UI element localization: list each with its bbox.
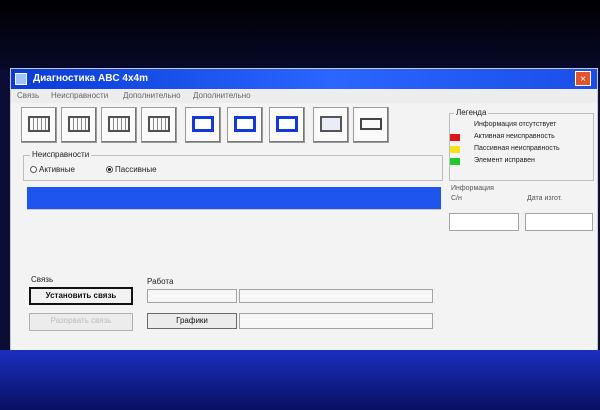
waveform-icon (68, 116, 90, 132)
legend-swatch-green (450, 158, 460, 165)
blue-frame-icon (276, 116, 298, 132)
tool-button-1[interactable] (21, 107, 57, 143)
faults-group-label: Неисправности (30, 150, 92, 159)
menu-item-additional-2[interactable]: Дополнительно (193, 91, 251, 100)
legend-swatch-yellow (450, 146, 460, 153)
legend-item-no-info: Информация отсутствует (450, 121, 590, 130)
tool-button-2[interactable] (61, 107, 97, 143)
legend-title: Легенда (454, 108, 489, 117)
waveform-icon (148, 116, 170, 132)
tool-button-7[interactable] (269, 107, 305, 143)
radio-passive-dot (106, 166, 113, 174)
tool-button-6[interactable] (227, 107, 263, 143)
radio-passive-label: Пассивные (115, 165, 157, 174)
radio-active-label: Активные (39, 165, 75, 174)
work-field (147, 289, 237, 303)
tool-button-battery[interactable] (353, 107, 389, 143)
tool-button-4[interactable] (141, 107, 177, 143)
menu-item-faults[interactable]: Неисправности (51, 91, 108, 100)
tool-button-monitor[interactable] (313, 107, 349, 143)
window-title: Диагностика ABC 4x4m (33, 73, 148, 84)
info-title: Информация (451, 185, 494, 192)
waveform-icon (108, 116, 130, 132)
menu-item-connection[interactable]: Связь (17, 91, 39, 100)
legend-item-active: Активная неисправность (450, 133, 590, 142)
legend-swatch-red (450, 134, 460, 141)
graphs-field (239, 313, 433, 329)
work-label: Работа (147, 277, 174, 286)
monitor-icon (320, 116, 342, 132)
legend-group: Легенда Информация отсутствует Активная … (449, 108, 594, 181)
close-button[interactable]: × (575, 71, 591, 86)
work-progress-field (239, 289, 433, 303)
tool-button-5[interactable] (185, 107, 221, 143)
legend-label-passive: Пассивная неисправность (474, 145, 560, 152)
photo-blue-bottom (0, 350, 600, 410)
divider (27, 209, 441, 210)
legend-label-active: Активная неисправность (474, 133, 555, 140)
disconnect-button[interactable]: Разорвать связь (29, 313, 133, 331)
app-window: Диагностика ABC 4x4m × Связь Неисправнос… (10, 68, 598, 360)
blue-frame-icon (192, 116, 214, 132)
app-icon (15, 73, 27, 85)
menu-item-additional[interactable]: Дополнительно (123, 91, 181, 100)
legend-label-ok: Элемент исправен (474, 157, 535, 164)
status-band (27, 187, 441, 209)
photo-dark-top (0, 0, 600, 70)
radio-passive[interactable]: Пассивные (106, 165, 157, 174)
blue-frame-icon (234, 116, 256, 132)
serial-label: С/н (451, 195, 462, 202)
serial-field[interactable] (449, 213, 519, 231)
legend-label-no-info: Информация отсутствует (474, 121, 557, 128)
faults-group: Неисправности Активные Пассивные (23, 150, 443, 181)
radio-active-dot (30, 166, 37, 174)
connection-group-label: Связь (31, 275, 54, 284)
waveform-icon (28, 116, 50, 132)
radio-active[interactable]: Активные (30, 165, 75, 174)
graphs-button[interactable]: Графики (147, 313, 237, 329)
legend-item-passive: Пассивная неисправность (450, 145, 590, 154)
title-bar[interactable]: Диагностика ABC 4x4m × (11, 69, 597, 89)
date-label: Дата изгот. (527, 195, 563, 202)
date-field[interactable] (525, 213, 593, 231)
tool-button-3[interactable] (101, 107, 137, 143)
battery-icon (360, 118, 382, 130)
connect-button[interactable]: Установить связь (29, 287, 133, 305)
menu-bar: Связь Неисправности Дополнительно Дополн… (11, 89, 597, 103)
legend-item-ok: Элемент исправен (450, 157, 590, 166)
